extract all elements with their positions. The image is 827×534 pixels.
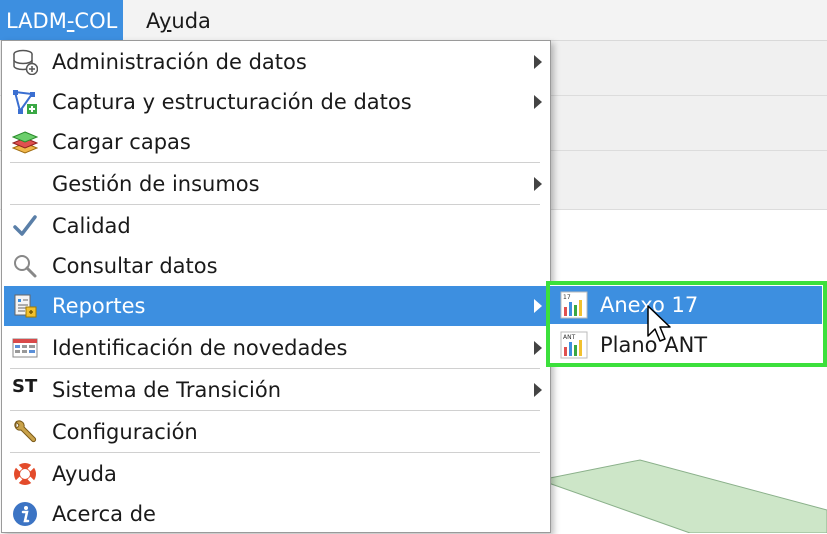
submenu-arrow-icon [534, 95, 542, 109]
st-icon: ST [12, 376, 38, 397]
info-icon [13, 502, 37, 526]
menubar-ayuda-label: A [146, 9, 159, 33]
menu-item-label: Reportes [52, 294, 146, 318]
menu-separator [10, 368, 540, 369]
menubar-ayuda[interactable]: Ayuda [140, 0, 217, 40]
menu-item-identificacion-novedades[interactable]: Identificación de novedades [4, 328, 548, 368]
ladm-col-menu: Administración de datos Captura y estruc… [1, 40, 551, 533]
menu-item-ayuda[interactable]: Ayuda [4, 454, 548, 494]
submenu-arrow-icon [534, 383, 542, 397]
menu-item-label: Administración de datos [52, 50, 307, 74]
magnifier-icon [14, 255, 37, 278]
menu-separator [10, 204, 540, 205]
database-add-icon [13, 49, 38, 75]
menu-item-label: Calidad [52, 214, 131, 238]
menubar-ayuda-mnemonic: y [158, 9, 172, 33]
mouse-cursor-icon [647, 305, 671, 342]
menu-item-captura[interactable]: Captura y estructuración de datos [4, 82, 548, 122]
menubar-ayuda-label-end: uda [171, 9, 211, 33]
submenu-arrow-icon [534, 341, 542, 355]
menu-item-cargar-capas[interactable]: Cargar capas [4, 122, 548, 162]
menu-item-configuracion[interactable]: Configuración [4, 412, 548, 452]
checkmark-icon [13, 215, 37, 236]
report-icon [14, 294, 37, 318]
menubar-ladm-col-label: LADM [6, 9, 67, 33]
layers-icon [12, 131, 38, 154]
polygon-edit-icon [13, 90, 37, 114]
menu-item-label: Ayuda [52, 462, 117, 486]
wrench-icon [14, 420, 37, 443]
menu-item-label: Captura y estructuración de datos [52, 90, 412, 114]
menu-item-label: Acerca de [52, 502, 156, 526]
annotation-highlight-frame [546, 281, 827, 367]
menu-item-calidad[interactable]: Calidad [4, 206, 548, 246]
submenu-arrow-icon [534, 55, 542, 69]
menu-item-acerca-de[interactable]: Acerca de [4, 494, 548, 534]
submenu-arrow-icon [534, 299, 542, 313]
table-icon [12, 338, 38, 358]
menu-item-label: Cargar capas [52, 130, 191, 154]
menu-item-consultar-datos[interactable]: Consultar datos [4, 246, 548, 286]
menu-separator [10, 162, 540, 163]
menu-separator [10, 410, 540, 411]
menu-item-sistema-transicion[interactable]: ST Sistema de Transición [4, 370, 548, 410]
menu-item-label: Configuración [52, 420, 198, 444]
submenu-arrow-icon [534, 177, 542, 191]
menu-item-reportes[interactable]: Reportes [4, 286, 548, 326]
menubar-ladm-col[interactable]: LADM-COL [0, 0, 124, 40]
menu-item-label: Consultar datos [52, 254, 218, 278]
menu-item-label: Sistema de Transición [52, 378, 282, 402]
menu-item-label: Identificación de novedades [52, 336, 348, 360]
menu-item-administracion[interactable]: Administración de datos [4, 42, 548, 82]
menu-item-gestion-insumos[interactable]: Gestión de insumos [4, 164, 548, 204]
menu-item-label: Gestión de insumos [52, 172, 260, 196]
lifebuoy-icon [14, 463, 36, 485]
menubar: LADM-COL Ayuda [0, 0, 827, 41]
menu-separator [10, 452, 540, 453]
menubar-ladm-col-label-end: COL [74, 9, 118, 33]
